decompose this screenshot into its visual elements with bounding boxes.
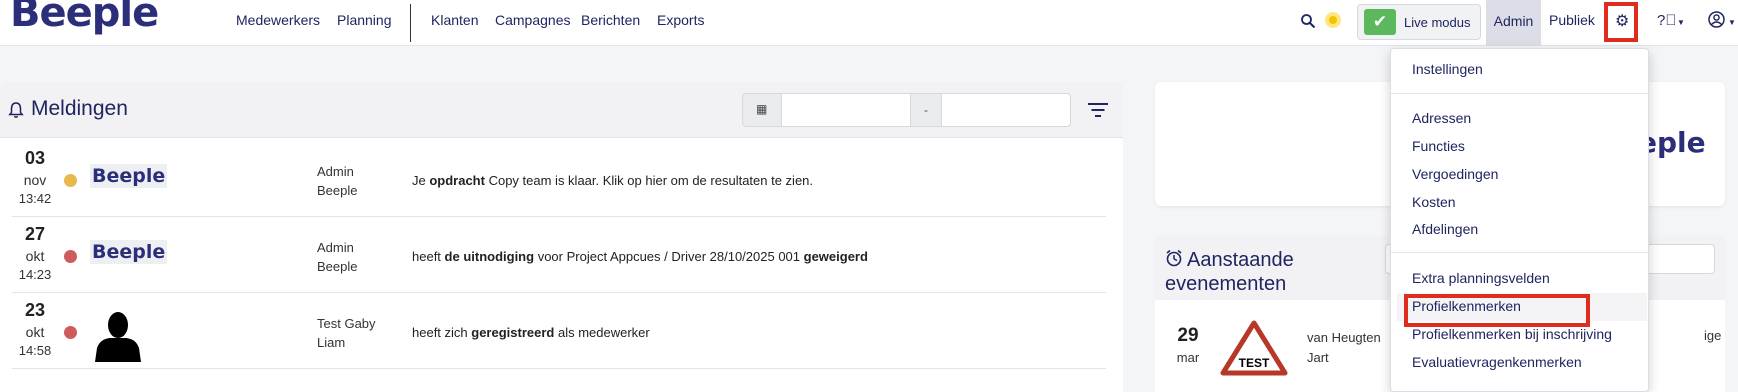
menu-item-adressen[interactable]: Adressen <box>1412 110 1471 126</box>
notification-message: heeft de uitnodiging voor Project Appcue… <box>412 249 868 264</box>
menu-item-extra-planningsvelden[interactable]: Extra planningsvelden <box>1412 270 1550 286</box>
notification-time: 14:23 <box>18 267 52 282</box>
notification-sender: Admin Beeple <box>317 164 358 198</box>
notification-month: okt <box>25 324 45 340</box>
nav-link-medewerkers[interactable]: Medewerkers <box>236 12 320 28</box>
notification-month: okt <box>25 248 45 264</box>
notification-row[interactable]: 27 okt 14:23 Beeple Admin Beeple heeft d… <box>12 218 1106 293</box>
notification-time: 14:58 <box>18 343 52 358</box>
help-icon[interactable]: ?⃝ <box>1657 12 1677 29</box>
status-dot <box>64 174 77 187</box>
notification-day: 23 <box>24 300 46 320</box>
menu-item-instellingen[interactable]: Instellingen <box>1412 61 1483 77</box>
settings-dropdown-menu: Instellingen Adressen Functies Vergoedin… <box>1390 48 1649 392</box>
date-range-separator: - <box>910 93 942 127</box>
sender-avatar-logo: Beeple <box>90 164 168 188</box>
date-from-input[interactable] <box>781 93 911 127</box>
search-icon[interactable] <box>1300 13 1316 29</box>
notification-day: 03 <box>24 148 46 168</box>
filter-icon[interactable] <box>1088 102 1108 118</box>
menu-item-kosten[interactable]: Kosten <box>1412 194 1456 210</box>
notification-sender: Admin Beeple <box>317 240 358 274</box>
notification-month: nov <box>23 172 47 188</box>
beeple-logo[interactable]: Beeple <box>10 0 159 36</box>
nav-link-campagnes[interactable]: Campagnes <box>495 12 571 28</box>
nav-link-berichten[interactable]: Berichten <box>581 12 640 28</box>
live-mode-button[interactable]: ✔ Live modus <box>1357 4 1481 40</box>
highlight-annotation-box <box>1404 294 1590 327</box>
event-month: mar <box>1176 350 1200 365</box>
upcoming-events-title: Aanstaande evenementen <box>1165 249 1294 295</box>
test-warning-sign-icon: TEST <box>1220 320 1288 376</box>
notification-message: heeft zich geregistreerd als medewerker <box>412 325 650 340</box>
top-navbar: Beeple Medewerkers Planning Klanten Camp… <box>0 0 1738 46</box>
notifications-header: Meldingen ▦ - <box>0 82 1123 138</box>
notification-sender: Test Gaby Liam <box>317 316 376 350</box>
event-sender: van Heugten Jart <box>1307 330 1381 365</box>
user-caret-icon: ▼ <box>1728 18 1736 27</box>
status-dot <box>64 250 77 263</box>
date-to-input[interactable] <box>941 93 1071 127</box>
gear-icon: ⚙ <box>1615 13 1630 30</box>
help-caret-icon: ▼ <box>1677 18 1685 27</box>
notifications-card: Meldingen ▦ - 03 nov 13:42 Beeple Admin … <box>0 82 1123 392</box>
user-icon[interactable] <box>1708 11 1725 28</box>
notifications-title: Meldingen <box>31 97 128 120</box>
admin-tab[interactable]: Admin <box>1486 0 1541 46</box>
status-dot <box>64 326 77 339</box>
menu-item-evaluatievragenkenmerken[interactable]: Evaluatievragenkenmerken <box>1412 354 1582 370</box>
sun-icon[interactable] <box>1325 12 1341 28</box>
menu-item-profielkenmerken-bij-inschrijving[interactable]: Profielkenmerken bij inschrijving <box>1412 326 1612 342</box>
notification-message: Je opdracht Copy team is klaar. Klik op … <box>412 173 814 188</box>
test-sign-text: TEST <box>1239 356 1270 370</box>
settings-gear-button[interactable]: ⚙ <box>1604 2 1638 42</box>
check-icon: ✔ <box>1364 9 1396 35</box>
menu-divider <box>1391 252 1648 253</box>
notification-day: 27 <box>24 224 46 244</box>
bell-icon <box>8 102 24 118</box>
menu-item-functies[interactable]: Functies <box>1412 138 1465 154</box>
calendar-icon[interactable]: ▦ <box>742 93 782 127</box>
live-mode-label: Live modus <box>1404 15 1471 30</box>
nav-divider <box>410 4 411 42</box>
nav-link-exports[interactable]: Exports <box>657 12 704 28</box>
notification-row[interactable]: 23 okt 14:58 Test Gaby Liam heeft zich g… <box>12 294 1106 369</box>
menu-divider <box>1391 93 1648 94</box>
event-day: 29 <box>1177 325 1199 346</box>
menu-item-vergoedingen[interactable]: Vergoedingen <box>1412 166 1498 182</box>
nav-link-planning[interactable]: Planning <box>337 12 392 28</box>
sender-avatar-logo: Beeple <box>90 240 168 264</box>
menu-item-afdelingen[interactable]: Afdelingen <box>1412 221 1478 237</box>
notification-time: 13:42 <box>18 191 52 206</box>
notification-row[interactable]: 03 nov 13:42 Beeple Admin Beeple Je opdr… <box>12 142 1106 217</box>
person-silhouette-icon <box>95 312 141 362</box>
publiek-tab[interactable]: Publiek <box>1549 12 1595 28</box>
nav-link-klanten[interactable]: Klanten <box>431 12 478 28</box>
event-extra-text: ige <box>1704 328 1722 343</box>
